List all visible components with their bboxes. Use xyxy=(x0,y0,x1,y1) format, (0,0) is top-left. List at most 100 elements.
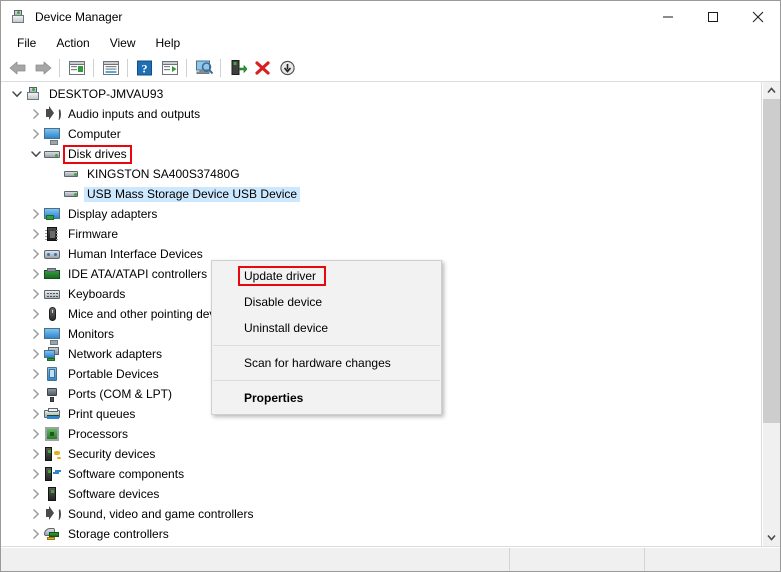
chevron-down-icon[interactable] xyxy=(9,86,25,102)
update-driver-button[interactable] xyxy=(225,56,250,80)
vertical-scrollbar[interactable] xyxy=(762,82,780,546)
context-menu-item[interactable]: Uninstall device xyxy=(212,315,441,341)
tree-row[interactable]: Computer xyxy=(1,124,761,145)
window-title: Device Manager xyxy=(35,9,123,24)
chevron-right-icon[interactable] xyxy=(28,526,44,542)
window-controls xyxy=(645,1,780,32)
tree-row-label: DESKTOP-JMVAU93 xyxy=(49,86,164,101)
tree-row-label: Print queues xyxy=(68,406,136,421)
chevron-right-icon[interactable] xyxy=(28,246,44,262)
tree-row-label: Sound, video and game controllers xyxy=(68,506,254,521)
computer-root-icon-glyph xyxy=(25,87,41,101)
context-menu-item[interactable]: Update driver xyxy=(212,263,441,289)
tree-row-label: Software devices xyxy=(68,486,160,501)
tree-row[interactable]: KINGSTON SA400S37480G xyxy=(1,164,761,184)
portable-device-icon-glyph xyxy=(47,367,57,381)
tree-row[interactable]: Processors xyxy=(1,424,761,444)
minimize-button[interactable] xyxy=(645,1,690,32)
tree-row-label: Human Interface Devices xyxy=(68,246,203,261)
printer-icon-glyph xyxy=(44,408,60,419)
chevron-right-icon[interactable] xyxy=(28,466,44,482)
chevron-right-icon[interactable] xyxy=(28,126,44,142)
chevron-right-icon[interactable] xyxy=(28,426,44,442)
device-manager-glyph xyxy=(10,9,26,24)
chevron-right-icon[interactable] xyxy=(28,446,44,462)
chevron-right-icon[interactable] xyxy=(28,486,44,502)
menu-action[interactable]: Action xyxy=(46,34,99,53)
toolbar-separator-1 xyxy=(59,58,60,77)
chevron-right-icon[interactable] xyxy=(28,286,44,302)
chevron-right-icon[interactable] xyxy=(28,306,44,322)
keyboard-icon-glyph xyxy=(44,290,60,299)
tree-row-label: Software components xyxy=(68,466,185,481)
firmware-chip-icon-glyph xyxy=(45,227,57,241)
tree-row-label: Portable Devices xyxy=(68,366,159,381)
tree-row[interactable]: Software devices xyxy=(1,484,761,504)
chevron-right-icon[interactable] xyxy=(28,266,44,282)
help-button[interactable]: ? xyxy=(132,56,157,80)
back-button[interactable] xyxy=(5,56,30,80)
tree-row[interactable]: DESKTOP-JMVAU93 xyxy=(1,84,761,104)
menu-view[interactable]: View xyxy=(100,34,146,53)
tree-row[interactable]: Storage controllers xyxy=(1,524,761,544)
tree-row[interactable]: Firmware xyxy=(1,224,761,244)
show-hide-console-tree-button[interactable] xyxy=(64,56,89,80)
disk-drive-icon-glyph xyxy=(64,191,78,197)
close-button[interactable] xyxy=(735,1,780,32)
speaker-icon xyxy=(44,506,61,522)
tree-row-label: Display adapters xyxy=(68,206,158,221)
scroll-up-icon[interactable] xyxy=(763,82,780,99)
display-adapter-icon-glyph xyxy=(44,208,60,220)
tree-row-label: Keyboards xyxy=(68,286,126,301)
chevron-right-icon[interactable] xyxy=(28,506,44,522)
human-interface-device-icon xyxy=(44,246,60,262)
device-tree-panel[interactable]: DESKTOP-JMVAU93 Audio inputs and outputs C… xyxy=(1,82,762,546)
chevron-right-icon[interactable] xyxy=(28,386,44,402)
forward-button[interactable] xyxy=(30,56,55,80)
display-adapter-icon xyxy=(44,206,60,222)
chevron-right-icon[interactable] xyxy=(28,226,44,242)
maximize-button[interactable] xyxy=(690,1,735,32)
chevron-right-icon[interactable] xyxy=(28,326,44,342)
context-menu-separator xyxy=(213,380,440,381)
tree-row[interactable]: Security devices xyxy=(1,444,761,464)
software-device-icon-glyph xyxy=(48,487,56,501)
chevron-down-icon[interactable] xyxy=(28,146,44,162)
processor-icon xyxy=(44,426,60,442)
chevron-right-icon[interactable] xyxy=(28,406,44,422)
scroll-down-icon[interactable] xyxy=(763,529,780,546)
toolbar-separator-5 xyxy=(220,58,221,77)
properties-button[interactable] xyxy=(98,56,123,80)
scrollbar-thumb[interactable] xyxy=(763,99,780,423)
network-adapter-icon xyxy=(44,346,60,362)
chevron-right-icon[interactable] xyxy=(28,346,44,362)
menu-help[interactable]: Help xyxy=(146,34,191,53)
tree-row[interactable]: Audio inputs and outputs xyxy=(1,104,761,124)
chevron-right-icon[interactable] xyxy=(28,366,44,382)
tree-row[interactable]: Software components xyxy=(1,464,761,484)
menu-file[interactable]: File xyxy=(7,34,46,53)
tree-row-label: USB Mass Storage Device USB Device xyxy=(84,186,301,202)
context-menu-item[interactable]: Scan for hardware changes xyxy=(212,350,441,376)
view-list-button[interactable] xyxy=(157,56,182,80)
tree-row[interactable]: Disk drives xyxy=(1,144,761,164)
device-manager-window: Device Manager File Action View Help ? D… xyxy=(0,0,781,572)
context-menu-item[interactable]: Disable device xyxy=(212,289,441,315)
chevron-right-icon[interactable] xyxy=(28,106,44,122)
tree-row[interactable]: System devices xyxy=(1,544,761,546)
ide-controller-icon xyxy=(44,266,60,282)
tree-row-label: Network adapters xyxy=(68,346,163,361)
storage-controller-icon xyxy=(44,526,60,542)
scan-for-hardware-changes-button[interactable] xyxy=(191,56,216,80)
scrollbar-track[interactable] xyxy=(763,99,780,529)
disable-device-button[interactable] xyxy=(275,56,300,80)
chevron-right-icon[interactable] xyxy=(28,206,44,222)
uninstall-device-button[interactable] xyxy=(250,56,275,80)
context-menu-item[interactable]: Properties xyxy=(212,385,441,411)
tree-row[interactable]: Sound, video and game controllers xyxy=(1,504,761,524)
tree-row[interactable]: Display adapters xyxy=(1,204,761,224)
tree-row[interactable]: USB Mass Storage Device USB Device xyxy=(1,184,761,204)
tree-row-label: Storage controllers xyxy=(68,526,169,541)
